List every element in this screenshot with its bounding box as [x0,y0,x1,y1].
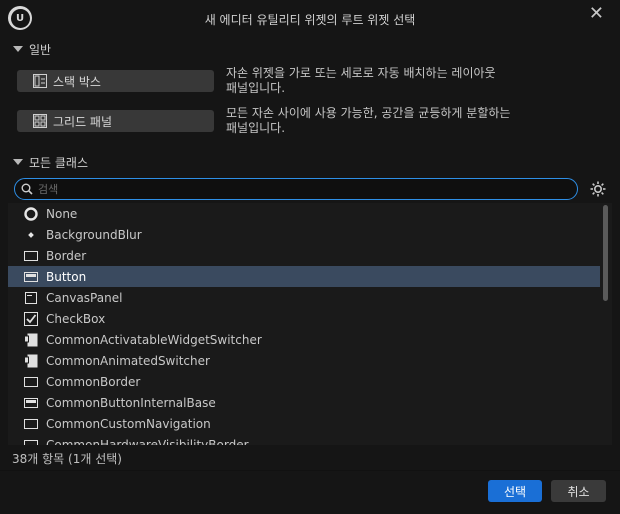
class-list-item[interactable]: Border [8,245,612,266]
class-list-item[interactable]: CommonHardwareVisibilityBorder [8,434,612,445]
stack-box-desc-line2: 패널입니다. [226,81,286,95]
class-name: CommonBorder [46,374,141,389]
class-name: CommonActivatableWidgetSwitcher [46,332,262,347]
class-name: None [46,206,78,221]
class-name: Border [46,248,87,263]
stack-box-description: 자손 위젯을 가로 또는 세로로 자동 배치하는 레이아웃 패널입니다. [226,66,556,96]
gear-icon[interactable] [589,180,607,198]
search-box[interactable] [14,178,578,200]
close-icon[interactable]: ✕ [589,5,604,23]
select-button[interactable]: 선택 [488,480,542,502]
class-list-item[interactable]: CommonActivatableWidgetSwitcher [8,329,612,350]
section-header-common[interactable]: 일반 [0,38,620,60]
grid-panel-description: 모든 자손 사이에 사용 가능한, 공간을 균등하게 분할하는 패널입니다. [226,106,556,136]
class-name: CanvasPanel [46,290,123,305]
section-header-all-classes[interactable]: 모든 클래스 [0,151,620,173]
class-list-item[interactable]: CheckBox [8,308,612,329]
grid-panel-desc-line2: 패널입니다. [226,121,286,135]
class-list-item[interactable]: CanvasPanel [8,287,612,308]
switcher-icon [23,332,39,348]
title-bar: U 새 에디터 유틸리티 위젯의 루트 위젯 선택 ✕ [0,0,620,38]
class-name: BackgroundBlur [46,227,142,242]
button-icon [23,269,39,285]
diamond-icon [23,227,39,243]
class-list-item[interactable]: CommonAnimatedSwitcher [8,350,612,371]
border-icon [23,248,39,264]
scrollbar-thumb[interactable] [603,205,608,301]
class-name: CheckBox [46,311,106,326]
border-icon [23,437,39,445]
grid-panel-icon [33,114,47,128]
stack-box-desc-line1: 자손 위젯을 가로 또는 세로로 자동 배치하는 레이아웃 [226,66,496,80]
grid-panel-button[interactable]: 그리드 패널 [17,110,214,132]
section-label: 모든 클래스 [29,155,89,170]
collapse-triangle-icon [13,159,23,165]
class-list[interactable]: None BackgroundBlur Border Button CanvasPane… [8,203,612,445]
class-list-item[interactable]: Button [8,266,600,287]
class-list-item[interactable]: BackgroundBlur [8,224,612,245]
class-name: Button [46,269,87,284]
stack-box-icon [33,74,47,88]
switcher-icon [23,353,39,369]
stack-box-label: 스택 박스 [53,74,101,89]
class-list-item[interactable]: None [8,203,612,224]
window-title: 새 에디터 유틸리티 위젯의 루트 위젯 선택 [204,13,416,27]
item-count-status: 38개 항목 (1개 선택) [12,452,122,466]
button-icon [23,395,39,411]
grid-panel-desc-line1: 모든 자손 사이에 사용 가능한, 공간을 균등하게 분할하는 [226,106,511,120]
checkbox-icon [23,311,39,327]
search-icon [21,183,33,195]
none-circle-icon [23,206,39,222]
class-list-item[interactable]: CommonBorder [8,371,612,392]
class-list-item[interactable]: CommonCustomNavigation [8,413,612,434]
class-name: CommonCustomNavigation [46,416,211,431]
section-label: 일반 [29,42,52,57]
class-name: CommonAnimatedSwitcher [46,353,210,368]
grid-panel-label: 그리드 패널 [53,114,113,129]
stack-box-button[interactable]: 스택 박스 [17,70,214,92]
class-name: CommonButtonInternalBase [46,395,216,410]
search-input[interactable] [38,182,558,196]
border-icon [23,374,39,390]
class-list-item[interactable]: CommonButtonInternalBase [8,392,612,413]
class-name: CommonHardwareVisibilityBorder [46,437,249,446]
divider [0,470,620,471]
cancel-button[interactable]: 취소 [551,480,606,502]
collapse-triangle-icon [13,46,23,52]
canvas-panel-icon [23,290,39,306]
border-icon [23,416,39,432]
